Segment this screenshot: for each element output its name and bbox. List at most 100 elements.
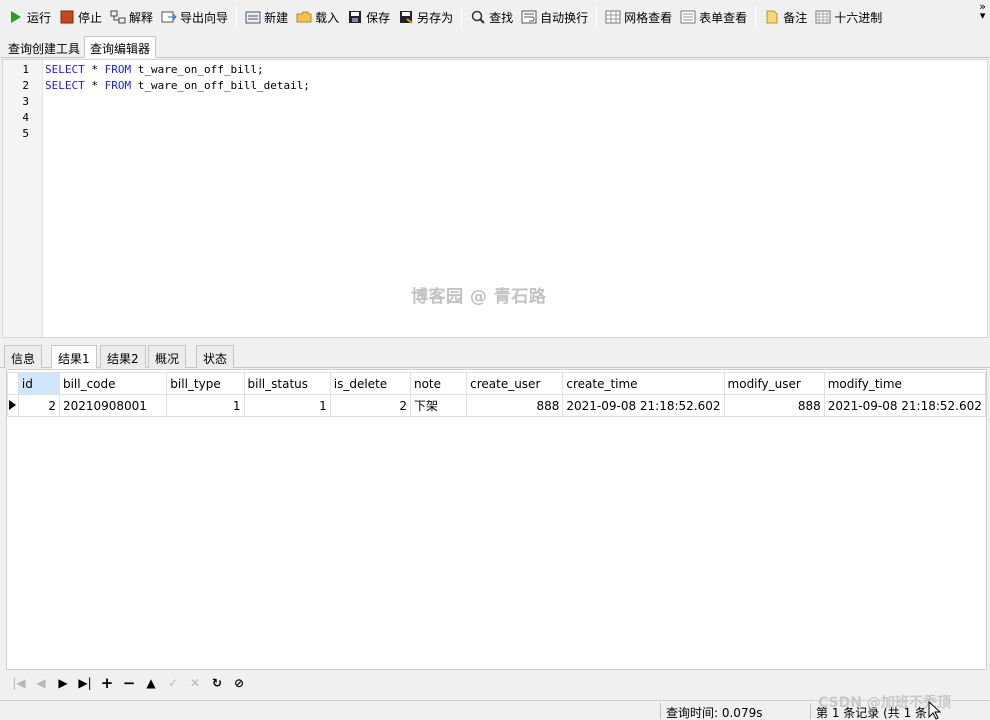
line-number: 4 — [22, 111, 29, 124]
status-divider — [810, 703, 811, 719]
last-record-icon[interactable]: ▶| — [74, 673, 96, 693]
delete-record-icon[interactable]: − — [118, 673, 140, 693]
code-line: SELECT * FROM t_ware_on_off_bill_detail; — [45, 79, 310, 92]
refresh-icon[interactable]: ↻ — [206, 673, 228, 693]
line-number: 1 — [22, 63, 29, 76]
status-divider — [660, 703, 661, 719]
edit-record-icon[interactable]: ▲ — [140, 673, 162, 693]
column-header-id[interactable]: id — [17, 372, 60, 395]
save-as-button[interactable]: 另存为 — [394, 4, 457, 30]
note-label: 备注 — [783, 10, 808, 25]
query-time: 查询时间: 0.079s — [666, 706, 763, 720]
load-button[interactable]: 载入 — [292, 4, 343, 30]
tab-overview[interactable]: 概况 — [148, 345, 187, 368]
sql-keyword: FROM — [104, 79, 132, 92]
wrap-icon — [521, 9, 537, 25]
mouse-cursor-icon — [928, 700, 942, 720]
toolbar-overflow-chevron-icon[interactable]: » ▾ — [979, 1, 986, 21]
line-number: 3 — [22, 95, 29, 108]
grid-view-label: 网格查看 — [624, 10, 673, 25]
result-tab-strip: 信息 结果1 结果2 概况 状态 — [0, 342, 990, 369]
table-cell[interactable]: 888 — [723, 394, 825, 417]
column-header-is-delete[interactable]: is_delete — [329, 372, 411, 395]
result-grid[interactable]: id bill_code bill_type bill_status is_de… — [6, 369, 987, 670]
column-header-note[interactable]: note — [409, 372, 468, 395]
new-label: 新建 — [264, 10, 289, 25]
prior-record-icon[interactable]: ◀ — [30, 673, 52, 693]
word-wrap-label: 自动换行 — [540, 10, 589, 25]
form-view-button[interactable]: 表单查看 — [676, 4, 751, 30]
toolbar: 运行 停止 解释 导出向导 新建 载入 保存 另存为 查找 自动换行 网格查看 — [0, 0, 990, 34]
row-indicator-header — [7, 372, 19, 395]
post-edit-icon[interactable]: ✓ — [162, 673, 184, 693]
table-cell[interactable]: 2 — [17, 394, 60, 417]
word-wrap-button[interactable]: 自动换行 — [517, 4, 592, 30]
next-record-icon[interactable]: ▶ — [52, 673, 74, 693]
toolbar-separator — [236, 6, 238, 28]
sql-text: * — [84, 63, 105, 76]
code-line: SELECT * FROM t_ware_on_off_bill; — [45, 63, 264, 76]
grid-view-icon — [605, 9, 621, 25]
stop-refresh-icon[interactable]: ⊘ — [228, 673, 250, 693]
column-header-bill-type[interactable]: bill_type — [166, 372, 245, 395]
toolbar-separator — [461, 6, 463, 28]
table-cell[interactable]: 2021-09-08 21:18:52.602 — [562, 394, 725, 417]
sql-editor[interactable]: 1 2 3 4 5 SELECT * FROM t_ware_on_off_bi… — [2, 59, 988, 338]
column-header-bill-code[interactable]: bill_code — [58, 372, 168, 395]
find-label: 查找 — [489, 10, 514, 25]
grid-view-button[interactable]: 网格查看 — [601, 4, 676, 30]
insert-record-icon[interactable]: + — [96, 673, 118, 693]
save-label: 保存 — [366, 10, 391, 25]
load-label: 载入 — [315, 10, 340, 25]
form-view-label: 表单查看 — [699, 10, 748, 25]
cancel-edit-icon[interactable]: ✕ — [184, 673, 206, 693]
table-header-row: id bill_code bill_type bill_status is_de… — [7, 372, 987, 395]
line-number: 5 — [22, 127, 29, 140]
toolbar-separator — [755, 6, 757, 28]
table-cell[interactable]: 下架 — [409, 394, 468, 417]
note-button[interactable]: 备注 — [760, 4, 811, 30]
export-button[interactable]: 导出向导 — [157, 4, 232, 30]
column-header-modify-user[interactable]: modify_user — [723, 372, 825, 395]
new-button[interactable]: 新建 — [241, 4, 292, 30]
stop-label: 停止 — [78, 10, 103, 25]
tab-info[interactable]: 信息 — [4, 345, 43, 368]
tab-query-builder[interactable]: 查询创建工具 — [2, 36, 86, 58]
toolbar-separator — [596, 6, 598, 28]
tab-result-2[interactable]: 结果2 — [100, 345, 146, 368]
table-cell[interactable]: 1 — [166, 394, 245, 417]
table-cell[interactable]: 20210908001 — [58, 394, 168, 417]
form-view-icon — [680, 9, 696, 25]
table-cell[interactable]: 2021-09-08 21:18:52.602 — [823, 394, 987, 417]
find-button[interactable]: 查找 — [466, 4, 517, 30]
run-label: 运行 — [27, 10, 52, 25]
note-icon — [764, 9, 780, 25]
column-header-create-user[interactable]: create_user — [466, 372, 564, 395]
run-button[interactable]: 运行 — [4, 4, 55, 30]
column-header-modify-time[interactable]: modify_time — [823, 372, 987, 395]
column-header-bill-status[interactable]: bill_status — [243, 372, 331, 395]
table-row[interactable]: 2 20210908001 1 1 2 下架 888 2021-09-08 21… — [7, 394, 987, 417]
hex-label: 十六进制 — [834, 10, 883, 25]
tab-query-editor[interactable]: 查询编辑器 — [84, 36, 157, 58]
editor-tab-strip: 查询创建工具 查询编辑器 — [0, 34, 990, 58]
table-cell[interactable]: 1 — [243, 394, 331, 417]
column-header-create-time[interactable]: create_time — [562, 372, 725, 395]
hex-icon — [815, 9, 831, 25]
tab-status[interactable]: 状态 — [196, 345, 235, 368]
tab-result-1[interactable]: 结果1 — [51, 345, 97, 369]
watermark: 博客园 @ 青石路 — [411, 287, 547, 307]
table-cell[interactable]: 2 — [329, 394, 411, 417]
new-icon — [245, 9, 261, 25]
sql-text: t_ware_on_off_bill_detail; — [131, 79, 310, 92]
play-icon — [8, 9, 24, 25]
hex-button[interactable]: 十六进制 — [811, 4, 886, 30]
save-button[interactable]: 保存 — [343, 4, 394, 30]
explain-label: 解释 — [129, 10, 154, 25]
export-label: 导出向导 — [180, 10, 229, 25]
table-cell[interactable]: 888 — [466, 394, 564, 417]
stop-button[interactable]: 停止 — [55, 4, 106, 30]
first-record-icon[interactable]: |◀ — [8, 673, 30, 693]
line-number-gutter: 1 2 3 4 5 — [3, 60, 43, 337]
explain-button[interactable]: 解释 — [106, 4, 157, 30]
